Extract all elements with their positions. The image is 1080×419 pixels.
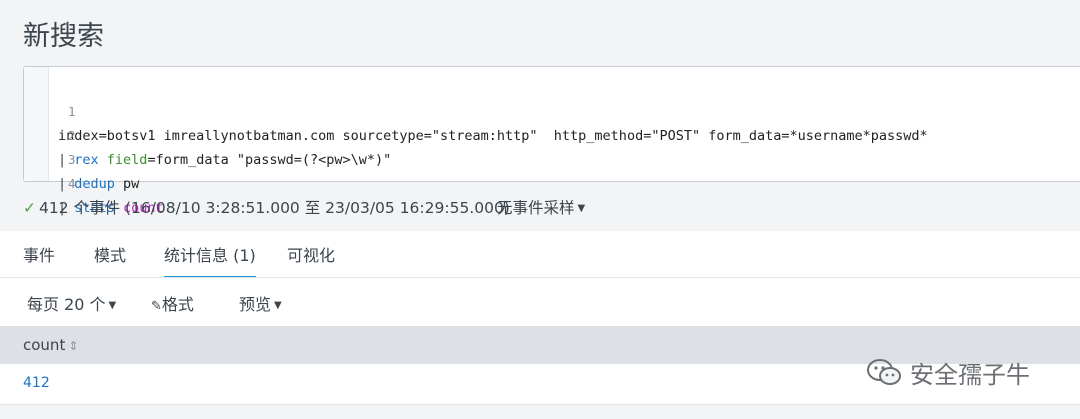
query-line-text: index=botsv1 imreallynotbatman.com sourc… [58, 128, 928, 144]
preview-dropdown[interactable]: 预览 ▼ [239, 291, 282, 315]
results-tabs: 事件 模式 统计信息 (1) 可视化 [0, 231, 1080, 279]
per-page-label: 每页 20 个 [27, 295, 106, 314]
caret-down-icon: ▼ [108, 300, 117, 311]
query-line-text: | rex field=form_data "passwd=(?<pw>\w*)… [58, 148, 391, 172]
tab-statistics[interactable]: 统计信息 (1) [164, 242, 256, 279]
column-header-label: count [23, 336, 66, 354]
format-button[interactable]: ✎格式 [151, 291, 194, 315]
event-sampling-dropdown[interactable]: 无事件采样 ▼ [497, 196, 585, 218]
format-label: 格式 [161, 295, 194, 314]
watermark: 安全孺子牛 [866, 355, 1030, 390]
query-line-4: 4 | stats count [24, 148, 164, 216]
tab-label: 模式 [94, 246, 127, 265]
query-line-3: 3 | dedup pw [24, 124, 139, 192]
tab-label: 可视化 [287, 246, 336, 265]
caret-down-icon: ▼ [274, 300, 282, 311]
argument-value: pw [114, 176, 140, 192]
command-keyword: rex [74, 152, 99, 168]
tab-label: 统计信息 (1) [164, 246, 256, 265]
watermark-text: 安全孺子牛 [910, 361, 1030, 389]
wechat-icon [866, 358, 902, 388]
sampling-label: 无事件采样 [497, 199, 575, 217]
preview-label: 预览 [239, 295, 272, 314]
argument-value: =form_data "passwd=(?<pw>\w*)" [147, 152, 392, 168]
command-keyword: dedup [74, 176, 115, 192]
results-toolbar: 每页 20 个 ▼ ✎格式 预览 ▼ [0, 277, 1080, 327]
tab-label: 事件 [23, 246, 56, 265]
search-query-editor[interactable]: 1 index=botsv1 imreallynotbatman.com sou… [23, 66, 1080, 216]
query-line-2: 2 | rex field=form_data "passwd=(?<pw>\w… [24, 100, 391, 168]
sort-icon: ⇕ [68, 339, 79, 353]
argument-keyword: field [106, 152, 148, 168]
pencil-icon: ✎ [151, 299, 162, 314]
check-icon: ✓ [23, 199, 36, 217]
event-count-summary: 412 个事件 (16/08/10 3:28:51.000 至 23/03/05… [39, 199, 510, 217]
column-header-count[interactable]: count ⇕ [23, 336, 78, 354]
line-number: 4 [67, 176, 76, 191]
tab-patterns[interactable]: 模式 [94, 242, 126, 276]
page-title: 新搜索 [23, 21, 104, 52]
tab-events[interactable]: 事件 [23, 242, 55, 276]
table-cell-count[interactable]: 412 [23, 375, 50, 391]
search-status: ✓ 412 个事件 (16/08/10 3:28:51.000 至 23/03/0… [23, 196, 510, 218]
per-page-dropdown[interactable]: 每页 20 个 ▼ [27, 291, 116, 315]
tab-visualization[interactable]: 可视化 [287, 242, 335, 276]
query-line-1: 1 index=botsv1 imreallynotbatman.com sou… [24, 76, 928, 144]
caret-down-icon: ▼ [577, 203, 586, 214]
